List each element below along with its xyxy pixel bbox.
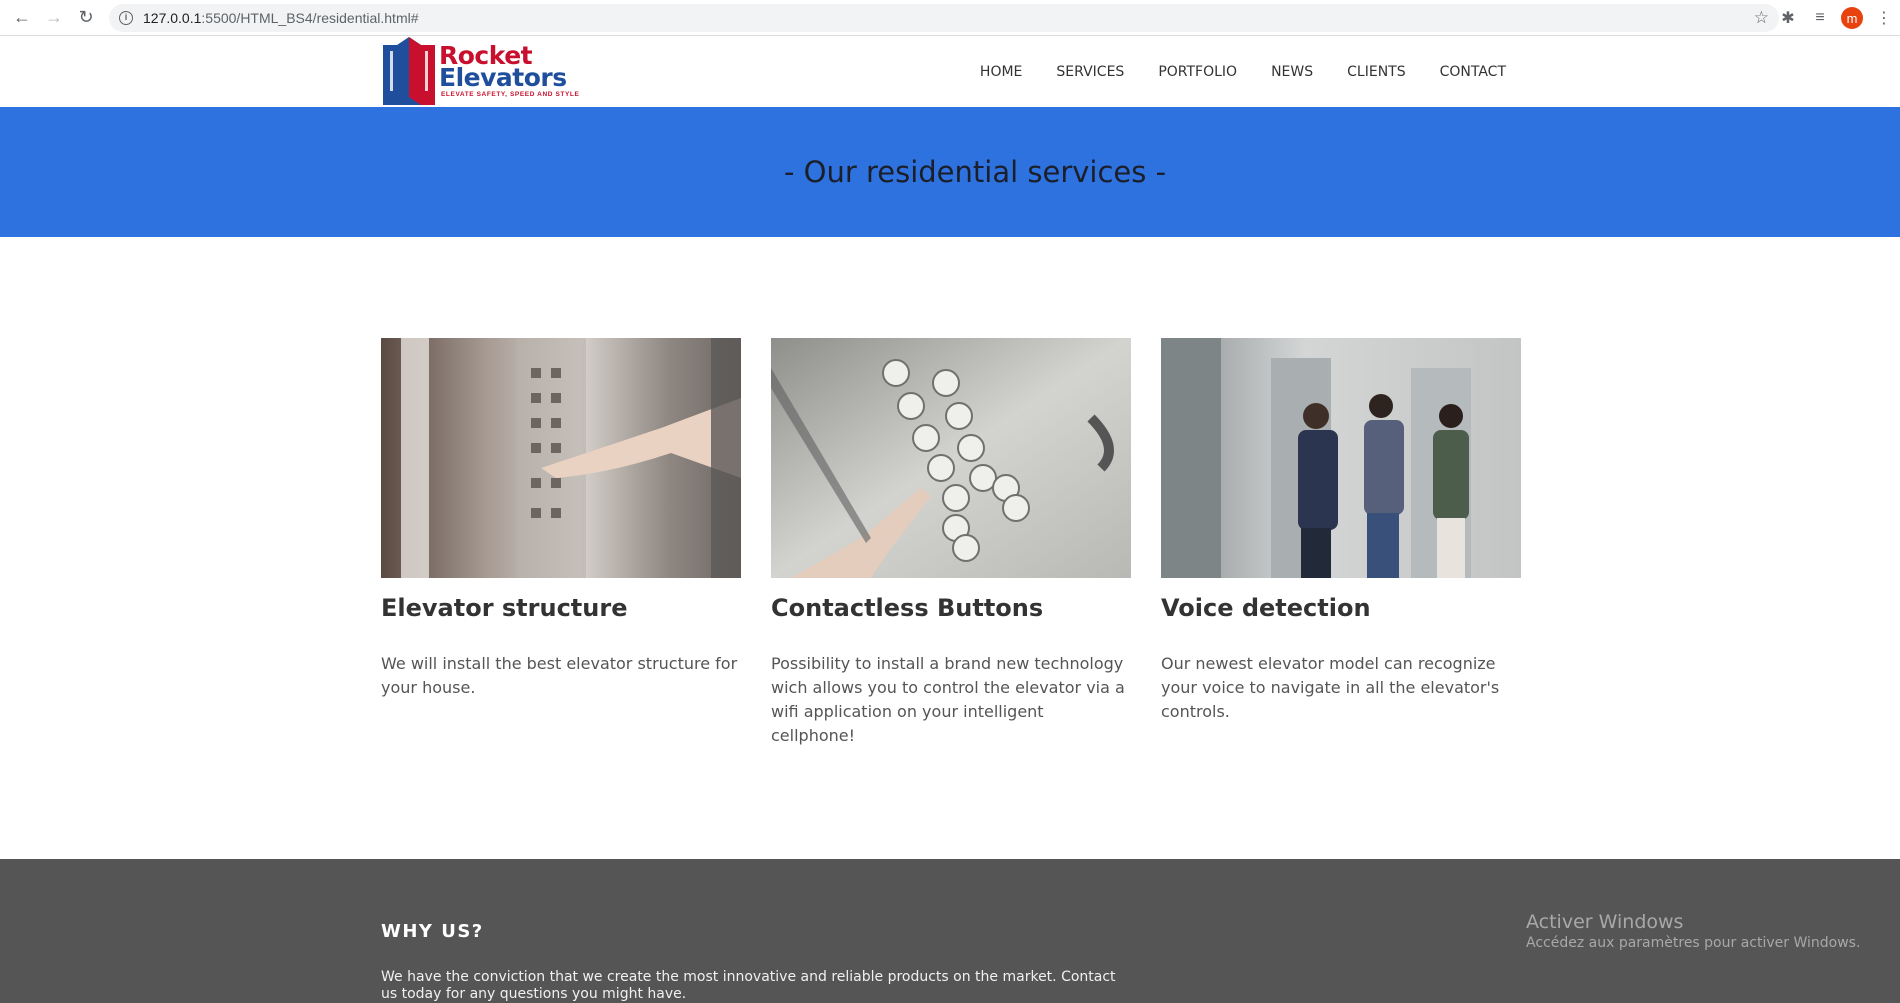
windows-activation-watermark: Activer Windows Accédez aux paramètres p… [1526,911,1860,951]
rocket-elevators-logo[interactable]: Rocket Elevators ELEVATE SAFETY, SPEED A… [381,37,581,107]
browser-actions: ✱ ≡ m ⋮ [1772,0,1900,36]
page-title: - Our residential services - [783,155,1167,189]
logo-tagline: ELEVATE SAFETY, SPEED AND STYLE [441,91,580,98]
people-waiting-elevator-photo [1161,338,1521,578]
service-card-voice: Voice detection Our newest elevator mode… [1161,338,1521,724]
address-bar[interactable]: i 127.0.0.1:5500/HTML_BS4/residential.ht… [109,4,1779,32]
forward-arrow-icon[interactable]: → [38,2,70,34]
card-description: Possibility to install a brand new techn… [771,654,1125,745]
nav-portfolio-link[interactable]: PORTFOLIO [1158,64,1237,80]
url-path: :5500/HTML_BS4/residential.html# [201,10,419,26]
elevator-panel-photo [381,338,741,578]
back-arrow-icon[interactable]: ← [6,2,38,34]
reading-list-icon[interactable]: ≡ [1804,2,1836,34]
watermark-title: Activer Windows [1526,911,1684,933]
footer-heading: WHY US? [381,921,484,942]
keypad-photo [771,338,1131,578]
card-description: We will install the best elevator struct… [381,654,738,697]
nav-services-link[interactable]: SERVICES [1056,64,1124,80]
footer-text: We have the conviction that we create th… [381,969,1116,1002]
logo-text-elevators: Elevators [439,63,567,92]
hero-banner: - Our residential services - [0,107,1900,237]
card-title: Elevator structure [381,594,628,622]
extensions-puzzle-icon[interactable]: ✱ [1772,2,1804,34]
url-text[interactable]: 127.0.0.1:5500/HTML_BS4/residential.html… [143,10,419,26]
service-card-structure: Elevator structure We will install the b… [381,338,741,700]
nav-contact-link[interactable]: CONTACT [1440,64,1506,80]
card-title: Voice detection [1161,594,1371,622]
bookmark-star-icon[interactable]: ☆ [1754,8,1769,28]
nav-news-link[interactable]: NEWS [1271,64,1313,80]
browser-toolbar: ← → ↻ i 127.0.0.1:5500/HTML_BS4/resident… [0,0,1900,36]
card-title: Contactless Buttons [771,594,1044,622]
profile-avatar[interactable]: m [1841,7,1863,29]
site-header: Rocket Elevators ELEVATE SAFETY, SPEED A… [0,37,1900,107]
site-info-icon[interactable]: i [119,11,133,25]
logo-elevator-door-icon [383,37,435,105]
reload-icon[interactable]: ↻ [70,2,102,34]
nav-clients-link[interactable]: CLIENTS [1347,64,1405,80]
main-navigation: HOME SERVICES PORTFOLIO NEWS CLIENTS CON… [946,37,1506,107]
url-host: 127.0.0.1 [143,10,202,26]
watermark-subtitle: Accédez aux paramètres pour activer Wind… [1526,935,1861,951]
nav-home-link[interactable]: HOME [980,64,1022,80]
service-card-contactless: Contactless Buttons Possibility to insta… [771,338,1131,748]
browser-menu-icon[interactable]: ⋮ [1868,2,1900,34]
card-description: Our newest elevator model can recognize … [1161,654,1500,721]
